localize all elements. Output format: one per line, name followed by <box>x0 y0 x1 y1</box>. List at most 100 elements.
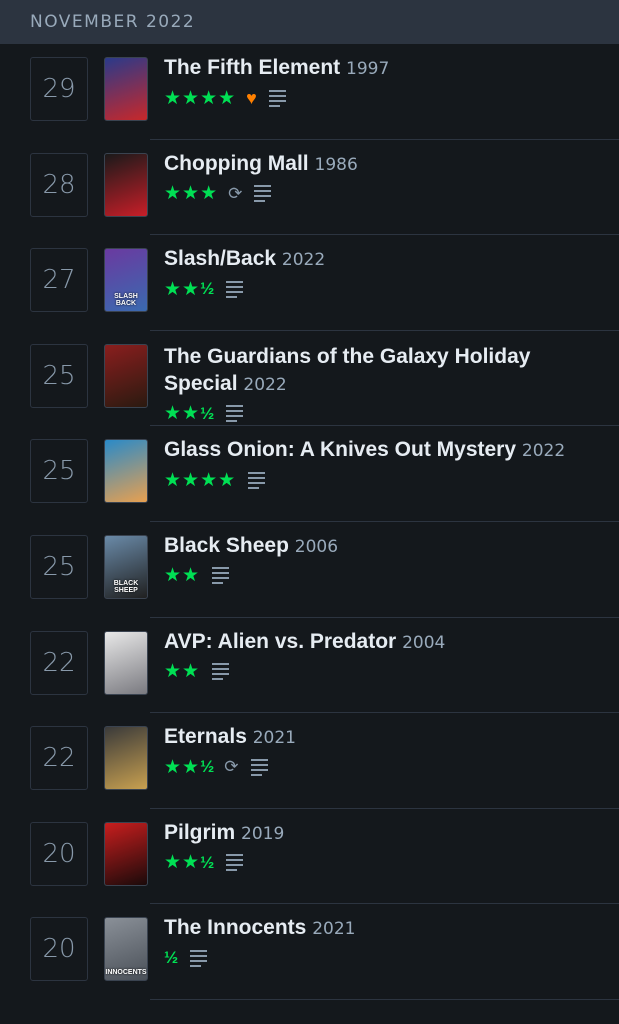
review-icon[interactable] <box>248 471 266 489</box>
diary-entry[interactable]: 25 The Guardians of the Galaxy Holiday Sp… <box>0 331 619 427</box>
film-year[interactable]: 2019 <box>241 824 284 844</box>
diary-entry[interactable]: 25 BLACK SHEEP Black Sheep 2006 ★★ <box>0 522 619 618</box>
poster-image[interactable]: INNOCENTS <box>104 917 148 982</box>
title-line: Slash/Back 2022 <box>164 245 601 274</box>
entry-info: The Guardians of the Galaxy Holiday Spec… <box>164 343 601 425</box>
poster-text: INNOCENTS <box>105 969 147 977</box>
poster-image[interactable]: SLASH BACK <box>104 248 148 313</box>
diary-entry[interactable]: 22 Eternals 2021 ★★ ½ ⟳ <box>0 713 619 809</box>
poster-image[interactable] <box>104 726 148 791</box>
title-line: The Innocents 2021 <box>164 914 601 943</box>
star-rating: ★★★★ <box>164 87 237 109</box>
film-title[interactable]: The Innocents <box>164 916 306 939</box>
film-title[interactable]: The Guardians of the Galaxy Holiday Spec… <box>164 345 530 395</box>
review-icon[interactable] <box>212 567 230 585</box>
title-line: Chopping Mall 1986 <box>164 150 601 179</box>
review-icon[interactable] <box>250 758 268 776</box>
film-year[interactable]: 1986 <box>315 155 358 175</box>
star-rating: ★★★ <box>164 183 219 205</box>
poster-image[interactable]: BLACK SHEEP <box>104 534 148 599</box>
entry-meta: ★★★★ <box>164 469 601 491</box>
day-badge[interactable]: 22 <box>30 726 88 791</box>
review-icon[interactable] <box>268 89 286 107</box>
star-rating: ★★ <box>164 756 201 778</box>
film-year[interactable]: 2021 <box>312 919 355 939</box>
diary-entry[interactable]: 20 INNOCENTS The Innocents 2021 ½ <box>0 904 619 1000</box>
film-year[interactable]: 2022 <box>282 250 325 270</box>
diary-entry[interactable]: 25 Glass Onion: A Knives Out Mystery 2022… <box>0 426 619 522</box>
poster-image[interactable] <box>104 439 148 504</box>
entry-info: AVP: Alien vs. Predator 2004 ★★ <box>164 628 601 683</box>
entry-info: Slash/Back 2022 ★★ ½ <box>164 245 601 300</box>
film-title[interactable]: Eternals <box>164 725 247 748</box>
film-title[interactable]: AVP: Alien vs. Predator <box>164 630 396 653</box>
title-line: The Fifth Element 1997 <box>164 54 601 83</box>
day-badge[interactable]: 28 <box>30 152 88 217</box>
poster-image[interactable] <box>104 630 148 695</box>
film-title[interactable]: Black Sheep <box>164 534 289 557</box>
diary-entry[interactable]: 29 The Fifth Element 1997 ★★★★ ♥ <box>0 44 619 140</box>
film-year[interactable]: 2022 <box>243 375 286 395</box>
rewatch-icon: ⟳ <box>228 183 243 203</box>
half-star-rating: ½ <box>200 279 215 299</box>
film-year[interactable]: 2006 <box>295 537 338 557</box>
diary-entry[interactable]: 28 Chopping Mall 1986 ★★★ ⟳ <box>0 140 619 236</box>
entry-meta: ★★ ½ ⟳ <box>164 756 601 778</box>
entry-meta: ★★★★ ♥ <box>164 87 601 109</box>
diary-entry[interactable]: 22 AVP: Alien vs. Predator 2004 ★★ <box>0 618 619 714</box>
entry-info: Glass Onion: A Knives Out Mystery 2022 ★★… <box>164 436 601 491</box>
poster-text: SLASH BACK <box>114 293 138 308</box>
half-star-rating: ½ <box>200 852 215 872</box>
entry-meta: ★★ <box>164 565 601 587</box>
film-title[interactable]: The Fifth Element <box>164 56 340 79</box>
entry-meta: ½ <box>164 947 601 969</box>
review-icon[interactable] <box>190 949 208 967</box>
entry-meta: ★★ ½ <box>164 278 601 300</box>
title-line: The Guardians of the Galaxy Holiday Spec… <box>164 343 601 399</box>
film-year[interactable]: 1997 <box>346 59 389 79</box>
review-icon[interactable] <box>254 185 272 203</box>
entry-info: Pilgrim 2019 ★★ ½ <box>164 819 601 874</box>
film-year[interactable]: 2004 <box>402 633 445 653</box>
entry-info: Black Sheep 2006 ★★ <box>164 532 601 587</box>
day-badge[interactable]: 27 <box>30 248 88 313</box>
star-rating: ★★ <box>164 403 201 425</box>
film-title[interactable]: Chopping Mall <box>164 152 309 175</box>
film-year[interactable]: 2021 <box>253 728 296 748</box>
title-line: Pilgrim 2019 <box>164 819 601 848</box>
star-rating: ★★ <box>164 278 201 300</box>
diary-entry[interactable]: 20 Pilgrim 2019 ★★ ½ <box>0 809 619 905</box>
film-year[interactable]: 2022 <box>522 441 565 461</box>
half-star-rating: ½ <box>200 757 215 777</box>
star-rating: ★★ <box>164 661 201 683</box>
title-line: AVP: Alien vs. Predator 2004 <box>164 628 601 657</box>
half-star-rating: ½ <box>200 403 215 423</box>
title-line: Glass Onion: A Knives Out Mystery 2022 <box>164 436 601 465</box>
review-icon[interactable] <box>226 280 244 298</box>
poster-image[interactable] <box>104 152 148 217</box>
entry-info: The Innocents 2021 ½ <box>164 914 601 969</box>
day-badge[interactable]: 22 <box>30 630 88 695</box>
day-badge[interactable]: 25 <box>30 343 88 408</box>
entry-info: The Fifth Element 1997 ★★★★ ♥ <box>164 54 601 109</box>
poster-image[interactable] <box>104 57 148 121</box>
day-badge[interactable]: 20 <box>30 821 88 886</box>
poster-image[interactable] <box>104 343 148 408</box>
title-line: Eternals 2021 <box>164 723 601 752</box>
day-badge[interactable]: 20 <box>30 917 88 982</box>
review-icon[interactable] <box>212 663 230 681</box>
review-icon[interactable] <box>226 405 244 423</box>
diary-entry[interactable]: 27 SLASH BACK Slash/Back 2022 ★★ ½ <box>0 235 619 331</box>
film-title[interactable]: Pilgrim <box>164 821 235 844</box>
day-badge[interactable]: 25 <box>30 534 88 599</box>
star-rating: ★★★★ <box>164 469 237 491</box>
film-title[interactable]: Slash/Back <box>164 247 276 270</box>
entry-meta: ★★ <box>164 661 601 683</box>
diary-list: 29 The Fifth Element 1997 ★★★★ ♥ 28 Chopping … <box>0 44 619 1000</box>
film-title[interactable]: Glass Onion: A Knives Out Mystery <box>164 438 516 461</box>
review-icon[interactable] <box>226 854 244 872</box>
poster-image[interactable] <box>104 821 148 886</box>
heart-icon: ♥ <box>246 87 257 108</box>
day-badge[interactable]: 29 <box>30 57 88 121</box>
day-badge[interactable]: 25 <box>30 439 88 504</box>
